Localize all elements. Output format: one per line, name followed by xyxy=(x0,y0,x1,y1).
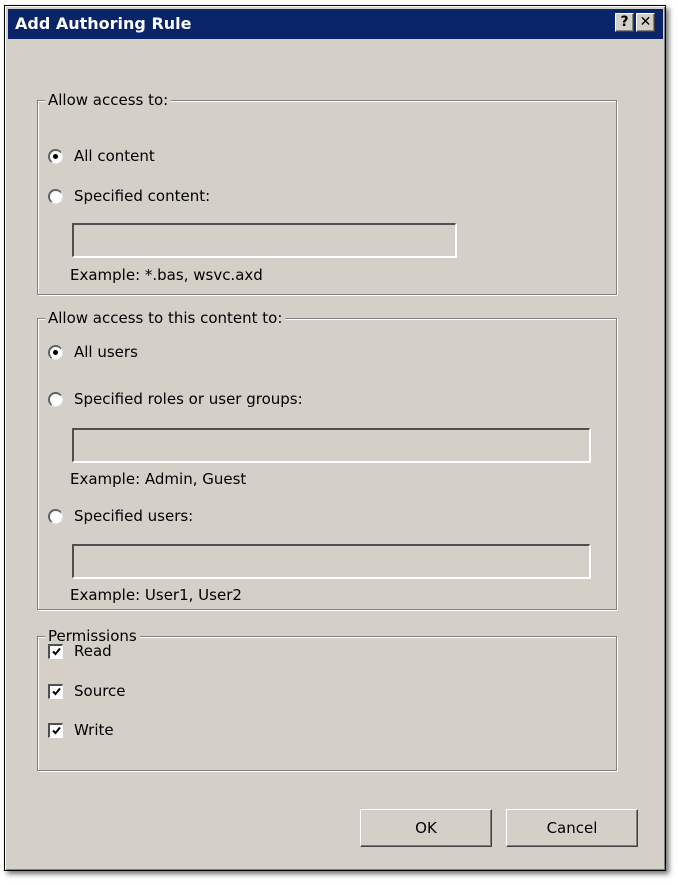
all-content-radio[interactable]: All content xyxy=(48,147,155,165)
all-users-label: All users xyxy=(74,343,138,361)
all-users-radio-indicator[interactable] xyxy=(48,344,63,360)
write-checkbox-box[interactable] xyxy=(48,722,63,738)
window-title: Add Authoring Rule xyxy=(15,14,192,33)
help-button[interactable]: ? xyxy=(615,13,634,32)
allow-access-group: Allow access to: All content Specified c… xyxy=(37,91,617,295)
content-example-text: Example: *.bas, wsvc.axd xyxy=(70,266,263,284)
specified-content-radio-indicator[interactable] xyxy=(48,188,63,204)
write-label: Write xyxy=(74,721,114,739)
add-authoring-rule-dialog: Add Authoring Rule ? ✕ Allow access to: … xyxy=(4,5,666,871)
roles-example-text: Example: Admin, Guest xyxy=(70,470,247,488)
users-example-text: Example: User1, User2 xyxy=(70,586,242,604)
cancel-button[interactable]: Cancel xyxy=(506,809,638,847)
all-content-label: All content xyxy=(74,147,155,165)
write-checkbox[interactable]: Write xyxy=(48,721,114,739)
specified-users-radio-indicator[interactable] xyxy=(48,508,63,524)
read-label: Read xyxy=(74,642,112,660)
specified-users-radio[interactable]: Specified users: xyxy=(48,507,193,525)
read-checkbox[interactable]: Read xyxy=(48,642,112,660)
allow-users-legend: Allow access to this content to: xyxy=(45,309,286,327)
allow-users-group: Allow access to this content to: All use… xyxy=(37,309,617,610)
help-icon: ? xyxy=(620,14,629,30)
ok-button[interactable]: OK xyxy=(360,809,492,847)
allow-access-legend: Allow access to: xyxy=(45,91,172,109)
source-checkbox[interactable]: Source xyxy=(48,682,126,700)
specified-content-label: Specified content: xyxy=(74,187,211,205)
all-content-radio-indicator[interactable] xyxy=(48,148,63,164)
source-label: Source xyxy=(74,682,126,700)
close-button[interactable]: ✕ xyxy=(636,13,655,32)
checkmark-icon xyxy=(51,687,61,696)
checkmark-icon xyxy=(51,726,61,735)
title-bar[interactable]: Add Authoring Rule ? ✕ xyxy=(8,9,663,39)
specified-users-label: Specified users: xyxy=(74,507,194,525)
source-checkbox-box[interactable] xyxy=(48,683,63,699)
specified-content-radio[interactable]: Specified content: xyxy=(48,187,210,205)
specified-roles-label: Specified roles or user groups: xyxy=(74,390,303,408)
all-users-radio[interactable]: All users xyxy=(48,343,138,361)
permissions-group: Permissions Read Source Write xyxy=(37,627,617,771)
specified-roles-radio[interactable]: Specified roles or user groups: xyxy=(48,390,303,408)
read-checkbox-box[interactable] xyxy=(48,643,63,659)
specified-content-input[interactable] xyxy=(72,223,456,257)
users-input[interactable] xyxy=(72,544,590,578)
checkmark-icon xyxy=(51,647,61,656)
specified-roles-radio-indicator[interactable] xyxy=(48,391,63,407)
close-icon: ✕ xyxy=(639,14,652,30)
roles-input[interactable] xyxy=(72,428,590,462)
